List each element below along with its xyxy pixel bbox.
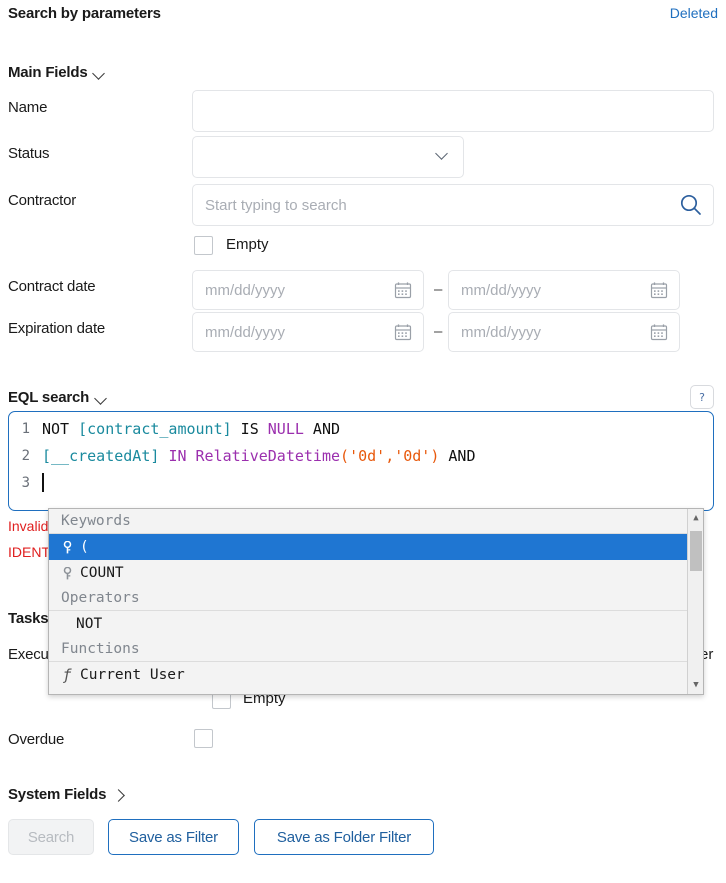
contractor-empty-label: Empty — [226, 236, 269, 253]
expiration-date-to-placeholder: mm/dd/yyyy — [461, 323, 542, 341]
code-line-content: NOT [contract_amount] IS NULL AND — [39, 416, 340, 443]
section-label-eql-search: EQL search — [8, 389, 90, 406]
autocomplete-item[interactable]: ( — [49, 534, 687, 560]
token: AND — [303, 420, 341, 438]
expiration-date-to-input[interactable]: mm/dd/yyyy — [448, 312, 680, 352]
question-mark-icon: ? — [699, 391, 705, 404]
autocomplete-item[interactable]: ƒ Date — [49, 688, 687, 694]
label-contract-date: Contract date — [8, 278, 96, 295]
contract-date-to-input[interactable]: mm/dd/yyyy — [448, 270, 680, 310]
label-overdue: Overdue — [8, 731, 65, 748]
scrollbar-thumb[interactable] — [690, 531, 702, 571]
error-squiggle-icon — [41, 495, 53, 499]
deleted-link[interactable]: Deleted — [670, 5, 718, 21]
chevron-down-icon — [94, 68, 105, 79]
autocomplete-item[interactable]: COUNT — [49, 560, 687, 586]
autocomplete-item-label: NOT — [76, 616, 103, 632]
token: ( — [340, 447, 350, 465]
overdue-checkbox[interactable] — [194, 729, 213, 748]
save-as-folder-filter-button[interactable]: Save as Folder Filter — [254, 819, 434, 855]
eql-code-editor[interactable]: 1 NOT [contract_amount] IS NULL AND 2 [_… — [8, 411, 714, 511]
contract-date-from-input[interactable]: mm/dd/yyyy — [192, 270, 424, 310]
autocomplete-item-label: Date — [80, 688, 115, 694]
chevron-down-icon — [437, 149, 449, 161]
contract-date-to-placeholder: mm/dd/yyyy — [461, 281, 542, 299]
calendar-icon[interactable] — [650, 281, 668, 299]
autocomplete-group-header: Keywords — [49, 509, 687, 534]
code-line-active: 3 — [9, 470, 713, 497]
scroll-down-arrow-icon[interactable]: ▼ — [688, 677, 703, 693]
autocomplete-item-label: Current User — [80, 667, 185, 683]
token: NULL — [267, 420, 304, 438]
contractor-placeholder: Start typing to search — [205, 196, 347, 214]
code-line-content: [__createdAt] IN RelativeDatetime('0d','… — [39, 443, 476, 470]
autocomplete-list: Keywords (COUNT Operators NOT Functions… — [49, 509, 687, 694]
function-icon: ƒ — [61, 688, 73, 694]
chevron-right-icon — [113, 790, 124, 801]
contract-date-separator: – — [434, 281, 443, 298]
autocomplete-item-label: ( — [80, 539, 89, 555]
token: [contract_amount] — [78, 420, 232, 438]
section-header-tasks: Tasks — [8, 610, 49, 627]
label-contractor: Contractor — [8, 192, 77, 209]
label-status: Status — [8, 145, 50, 162]
section-header-main-fields[interactable]: Main Fields — [8, 64, 105, 81]
token: '0d' — [349, 447, 386, 465]
contractor-empty-checkbox[interactable] — [194, 236, 213, 255]
token: , — [385, 447, 395, 465]
autocomplete-group-header: Operators — [49, 586, 687, 611]
code-line: 2 [__createdAt] IN RelativeDatetime('0d'… — [9, 443, 713, 470]
line-number: 2 — [21, 448, 30, 464]
contractor-input[interactable]: Start typing to search — [192, 184, 714, 226]
search-icon[interactable] — [679, 193, 703, 217]
key-icon — [61, 566, 73, 580]
line-number: 3 — [21, 475, 30, 491]
autocomplete-item[interactable]: ƒ Current User — [49, 662, 687, 688]
token: NOT — [42, 420, 79, 438]
label-name: Name — [8, 99, 48, 116]
page-title: Search by parameters — [8, 5, 161, 22]
autocomplete-group-header: Functions — [49, 637, 687, 662]
section-label-main-fields: Main Fields — [8, 64, 88, 81]
text-caret — [42, 473, 44, 492]
eql-autocomplete-popup[interactable]: Keywords (COUNT Operators NOT Functions… — [48, 508, 704, 695]
key-icon — [61, 540, 73, 554]
name-input[interactable] — [192, 90, 714, 132]
expiration-date-from-placeholder: mm/dd/yyyy — [205, 323, 286, 341]
code-line-content — [39, 470, 44, 497]
line-number: 1 — [21, 421, 30, 437]
autocomplete-item[interactable]: NOT — [49, 611, 687, 637]
status-select[interactable] — [192, 136, 464, 178]
scroll-up-arrow-icon[interactable]: ▲ — [688, 510, 703, 526]
save-as-filter-button[interactable]: Save as Filter — [108, 819, 239, 855]
function-icon: ƒ — [62, 666, 72, 684]
svg-text:?: ? — [699, 391, 705, 404]
calendar-icon[interactable] — [394, 281, 412, 299]
section-header-eql-search[interactable]: EQL search — [8, 389, 107, 406]
contract-date-from-placeholder: mm/dd/yyyy — [205, 281, 286, 299]
chevron-down-icon — [96, 393, 107, 404]
autocomplete-scrollbar[interactable]: ▲ ▼ — [687, 509, 703, 694]
search-by-parameters-panel: Search by parameters Deleted Main Fields… — [0, 0, 726, 883]
eql-help-button[interactable]: ? — [690, 385, 714, 409]
token: [__createdAt] — [42, 447, 160, 465]
section-label-system-fields: System Fields — [8, 786, 107, 803]
calendar-icon[interactable] — [394, 323, 412, 341]
expiration-date-from-input[interactable]: mm/dd/yyyy — [192, 312, 424, 352]
code-line: 1 NOT [contract_amount] IS NULL AND — [9, 416, 713, 443]
expiration-date-separator: – — [434, 323, 443, 340]
autocomplete-item-label: COUNT — [80, 565, 124, 581]
token: IN RelativeDatetime — [168, 447, 341, 465]
token: '0d' — [394, 447, 431, 465]
search-button[interactable]: Search — [8, 819, 94, 855]
token: AND — [439, 447, 476, 465]
section-header-system-fields[interactable]: System Fields — [8, 786, 124, 803]
label-expiration-date: Expiration date — [8, 320, 106, 337]
calendar-icon[interactable] — [650, 323, 668, 341]
token: IS — [231, 420, 268, 438]
